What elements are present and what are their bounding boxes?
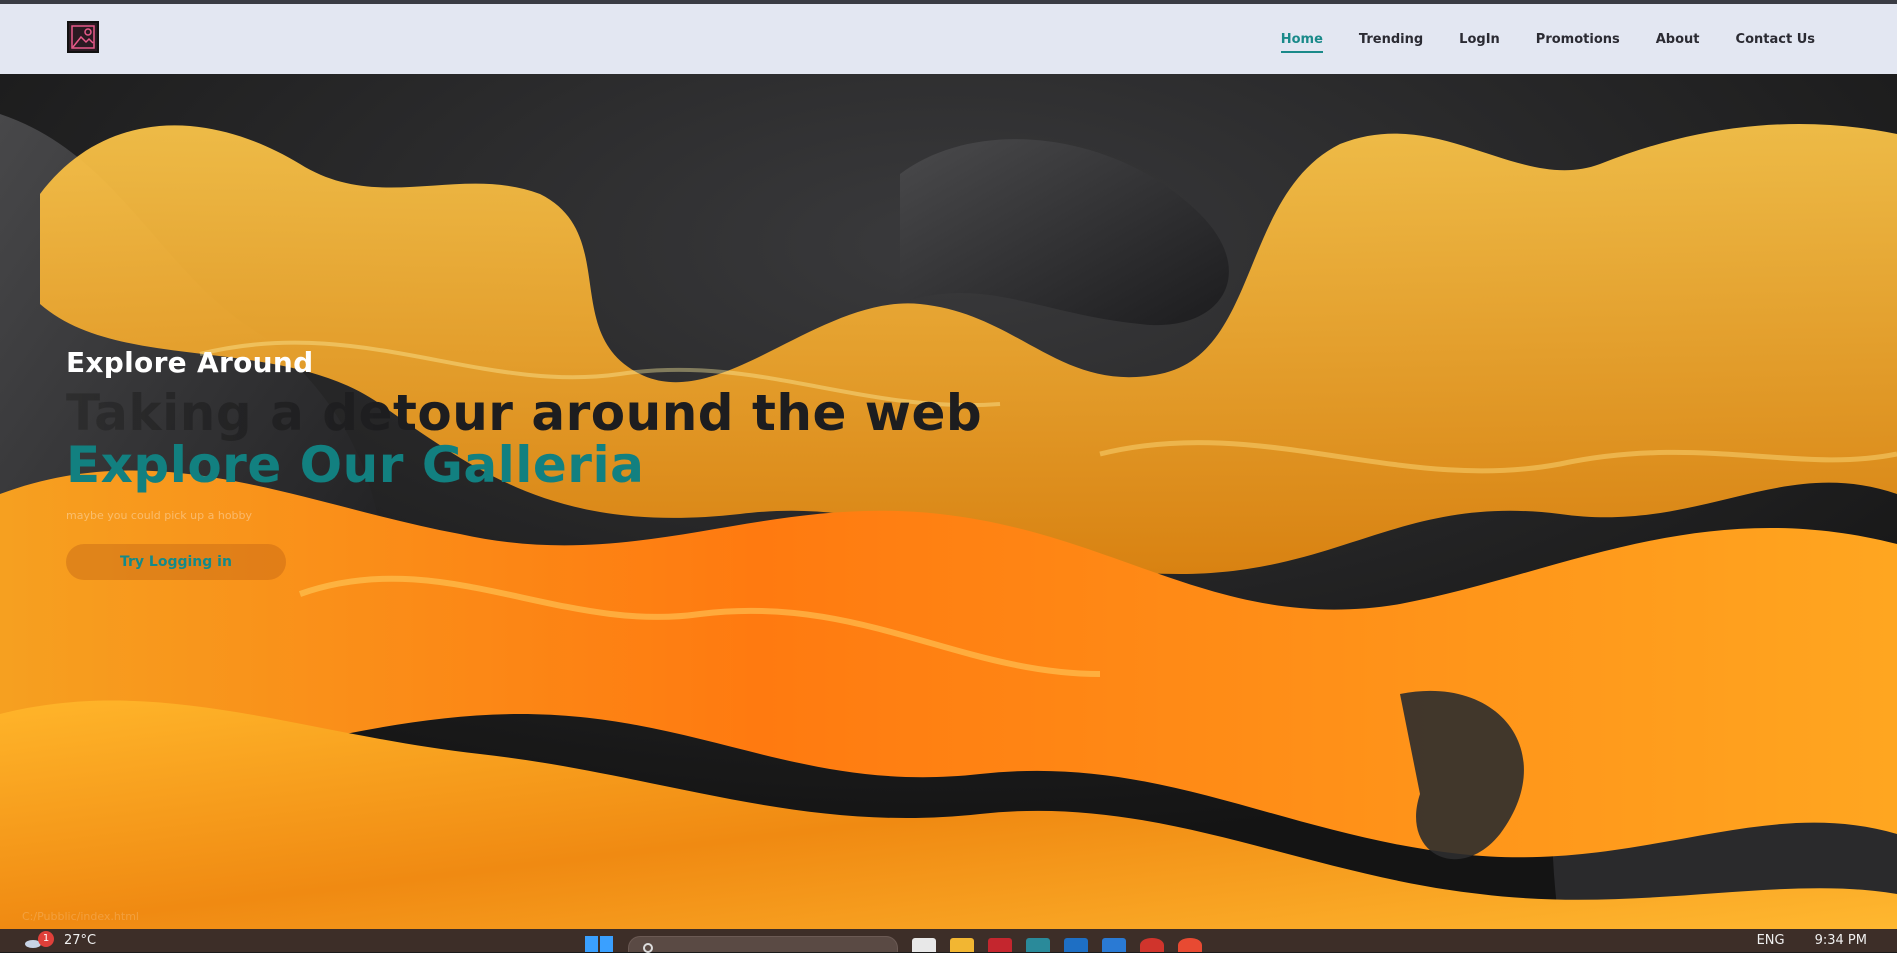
hero-text: Explore Around Taking a detour around th… xyxy=(66,346,982,580)
hero-eyebrow: Explore Around xyxy=(66,346,314,379)
clock[interactable]: 9:34 PM xyxy=(1815,933,1867,948)
os-taskbar: 1 27°C ENG 9:34 PM xyxy=(0,929,1897,953)
red-app-icon[interactable] xyxy=(1140,938,1164,952)
nav-contact[interactable]: Contact Us xyxy=(1736,28,1815,51)
nav-trending[interactable]: Trending xyxy=(1359,28,1423,51)
taskbar-apps xyxy=(584,929,1202,953)
hero-tagline: maybe you could pick up a hobby xyxy=(66,509,253,522)
file-explorer-icon[interactable] xyxy=(950,938,974,952)
vscode-icon[interactable] xyxy=(1102,938,1126,952)
taskbar-search-box[interactable] xyxy=(628,936,898,953)
office-app-icon[interactable] xyxy=(988,938,1012,952)
hero-headline: Taking a detour around the web xyxy=(66,387,982,439)
nav-about[interactable]: About xyxy=(1656,28,1700,51)
weather-widget[interactable]: 1 27°C xyxy=(24,929,96,952)
language-indicator[interactable]: ENG xyxy=(1757,933,1785,948)
system-tray: ENG 9:34 PM xyxy=(1757,929,1867,952)
site-logo-icon[interactable] xyxy=(67,21,99,53)
blue-app-icon[interactable] xyxy=(1064,938,1088,952)
teal-app-icon[interactable] xyxy=(1026,938,1050,952)
try-logging-in-button[interactable]: Try Logging in xyxy=(66,544,286,580)
chrome-icon[interactable] xyxy=(1178,938,1202,952)
hero-headline-faded: Taking a de xyxy=(66,384,393,442)
hero-section: Explore Around Taking a detour around th… xyxy=(0,74,1897,929)
weather-badge: 1 xyxy=(38,930,54,947)
nav-links: Home Trending LogIn Promotions About Con… xyxy=(1280,4,1815,74)
temperature-label: 27°C xyxy=(64,933,97,948)
windows-start-icon[interactable] xyxy=(584,936,614,952)
nav-home[interactable]: Home xyxy=(1280,28,1324,53)
hero-headline-gallery: Explore Our Galleria xyxy=(66,436,645,494)
hero-headline-rest: tour around the web xyxy=(392,384,983,442)
cloud-icon: 1 xyxy=(24,930,54,949)
status-bar-url: C:/Pubblic/index.html xyxy=(22,910,139,923)
nav-login[interactable]: LogIn xyxy=(1459,28,1500,51)
nav-promotions[interactable]: Promotions xyxy=(1536,28,1620,51)
navbar: Home Trending LogIn Promotions About Con… xyxy=(0,4,1897,74)
notepad-app-icon[interactable] xyxy=(912,938,936,952)
